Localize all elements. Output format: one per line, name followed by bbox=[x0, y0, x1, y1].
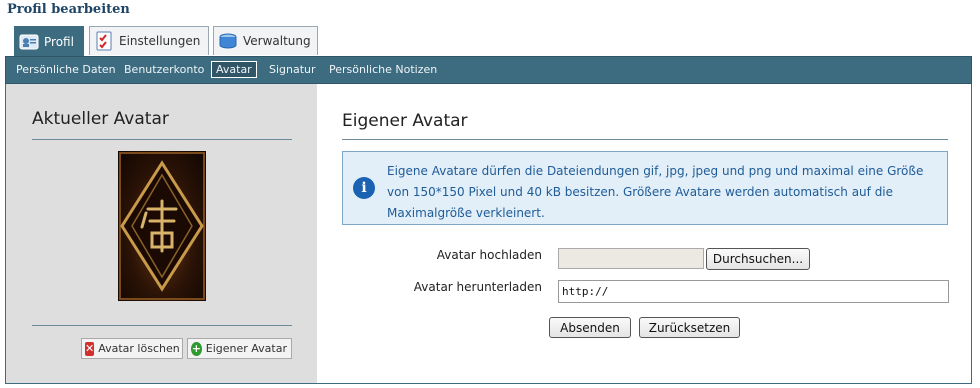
avatar-url-input[interactable]: http:// bbox=[558, 280, 949, 303]
tab-label: Einstellungen bbox=[119, 34, 201, 48]
subnav-benutzerkonto[interactable]: Benutzerkonto bbox=[120, 62, 208, 77]
delete-icon: ✕ bbox=[85, 341, 95, 356]
reset-button[interactable]: Zurücksetzen bbox=[639, 317, 740, 338]
own-avatar-title: Eigener Avatar bbox=[342, 111, 468, 131]
avatar-image bbox=[118, 151, 206, 301]
current-avatar-title: Aktueller Avatar bbox=[32, 109, 169, 129]
page-title: Profil bearbeiten bbox=[7, 2, 130, 17]
divider bbox=[32, 325, 292, 326]
tab-label: Profil bbox=[44, 35, 74, 49]
delete-avatar-button[interactable]: ✕ Avatar löschen bbox=[81, 338, 183, 359]
file-upload-field[interactable] bbox=[558, 248, 704, 269]
divider bbox=[342, 139, 948, 140]
tab-verwaltung[interactable]: Verwaltung bbox=[213, 26, 318, 55]
info-box: i Eigene Avatare dürfen die Dateiendunge… bbox=[342, 151, 948, 225]
own-avatar-button[interactable]: + Eigener Avatar bbox=[187, 338, 292, 359]
profile-card-icon bbox=[19, 32, 39, 52]
info-icon: i bbox=[353, 177, 375, 199]
sub-navigation: Persönliche Daten Benutzerkonto Avatar S… bbox=[5, 56, 972, 84]
add-icon: + bbox=[191, 341, 202, 356]
tab-profil[interactable]: Profil bbox=[14, 26, 84, 57]
subnav-avatar[interactable]: Avatar bbox=[211, 61, 257, 78]
tab-einstellungen[interactable]: Einstellungen bbox=[89, 26, 209, 55]
own-avatar-label: Eigener Avatar bbox=[205, 342, 287, 355]
upload-label: Avatar hochladen bbox=[436, 248, 542, 262]
subnav-persoenliche-notizen[interactable]: Persönliche Notizen bbox=[325, 62, 441, 77]
content-area: Aktueller Avatar ✕ Avatar löschen + Eige… bbox=[5, 84, 972, 384]
download-label: Avatar herunterladen bbox=[413, 280, 542, 294]
submit-button[interactable]: Absenden bbox=[549, 317, 631, 338]
info-text: Eigene Avatare dürfen die Dateiendungen … bbox=[387, 164, 924, 220]
current-avatar-panel: Aktueller Avatar ✕ Avatar löschen + Eige… bbox=[6, 84, 317, 383]
subnav-persoenliche-daten[interactable]: Persönliche Daten bbox=[12, 62, 120, 77]
checklist-icon bbox=[94, 31, 114, 51]
browse-button[interactable]: Durchsuchen... bbox=[706, 248, 810, 270]
divider bbox=[32, 139, 292, 140]
delete-avatar-label: Avatar löschen bbox=[98, 342, 180, 355]
subnav-signatur[interactable]: Signatur bbox=[265, 62, 320, 77]
tab-label: Verwaltung bbox=[243, 34, 311, 48]
database-icon bbox=[218, 31, 238, 51]
